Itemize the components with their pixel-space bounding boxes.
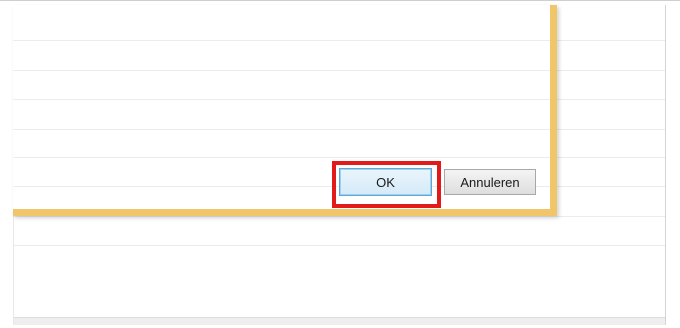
row-divider [13, 157, 550, 158]
screen: OK Annuleren [0, 0, 680, 328]
top-border [0, 0, 680, 1]
row-divider [14, 216, 665, 217]
row-divider [13, 99, 550, 100]
ok-button[interactable]: OK [339, 168, 432, 196]
row-divider [14, 245, 665, 246]
bottom-strip [14, 317, 665, 325]
row-divider [13, 70, 550, 71]
row-divider [13, 129, 550, 130]
dialog-window: OK Annuleren [13, 5, 557, 216]
row-divider [13, 40, 550, 41]
cancel-button[interactable]: Annuleren [444, 169, 536, 195]
